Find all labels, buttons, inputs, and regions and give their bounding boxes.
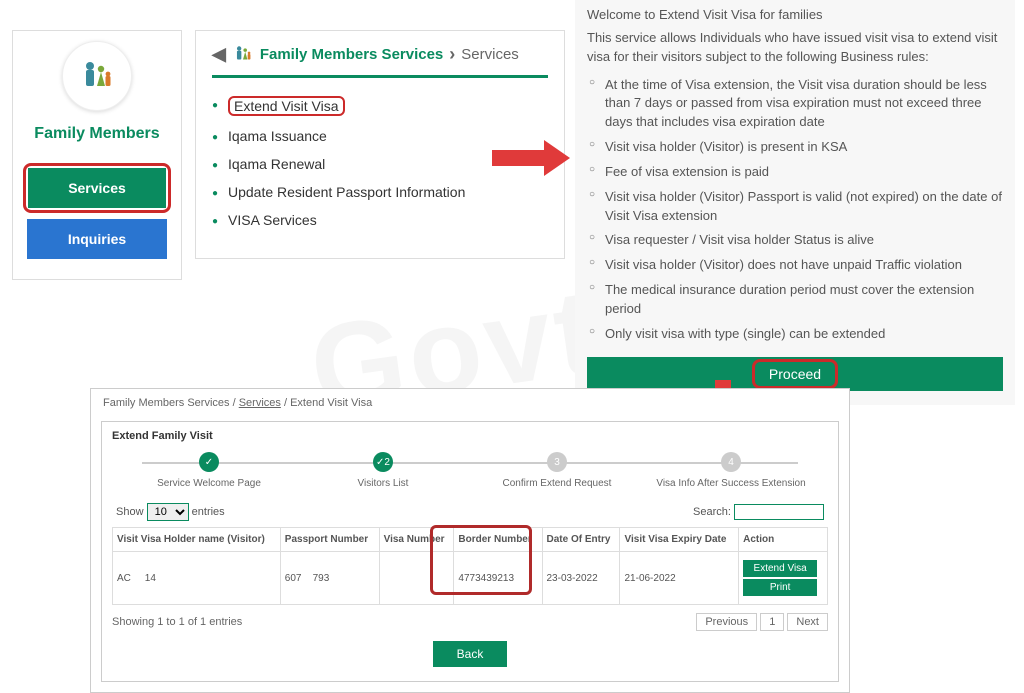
- info-panel: Welcome to Extend Visit Visa for familie…: [575, 0, 1015, 405]
- services-panel: ◀ Family Members Services › Services Ext…: [195, 30, 565, 259]
- rule-item: Visit visa holder (Visitor) does not hav…: [587, 253, 1003, 278]
- family-icon-small: [232, 43, 254, 65]
- family-icon: [62, 41, 132, 111]
- border-number-cell: 4773439213: [454, 552, 542, 605]
- rule-item: Visit visa holder (Visitor) Passport is …: [587, 185, 1003, 229]
- rule-item: The medical insurance duration period mu…: [587, 278, 1003, 322]
- visitors-panel: Family Members Services / Services / Ext…: [90, 388, 850, 693]
- step-1: Service Welcome Page: [122, 452, 296, 489]
- col-entry[interactable]: Date Of Entry: [542, 528, 620, 552]
- showing-text: Showing 1 to 1 of 1 entries: [112, 616, 242, 628]
- next-button[interactable]: Next: [787, 613, 828, 631]
- proceed-bar: Proceed: [587, 357, 1003, 391]
- rule-item: Only visit visa with type (single) can b…: [587, 322, 1003, 347]
- service-item-iqama-issuance[interactable]: Iqama Issuance: [212, 122, 548, 150]
- col-name[interactable]: Visit Visa Holder name (Visitor): [113, 528, 281, 552]
- col-visa[interactable]: Visa Number: [379, 528, 454, 552]
- breadcrumb-current: Services: [461, 46, 519, 63]
- breadcrumb-bottom: Family Members Services / Services / Ext…: [91, 389, 849, 417]
- sidebar-card: Family Members Services Inquiries: [12, 30, 182, 280]
- breadcrumb-title: Family Members Services: [260, 46, 443, 63]
- service-item-passport[interactable]: Update Resident Passport Information: [212, 178, 548, 206]
- services-button[interactable]: Services: [28, 168, 166, 208]
- step-2: 2Visitors List: [296, 452, 470, 489]
- col-action[interactable]: Action: [739, 528, 828, 552]
- table-row: AC 14 607 793 4773439213 23-03-2022 21-0…: [113, 552, 828, 605]
- search-wrap: Search:: [693, 504, 824, 520]
- back-arrow-icon[interactable]: ◀: [212, 44, 226, 65]
- step-3: 3Confirm Extend Request: [470, 452, 644, 489]
- proceed-button[interactable]: Proceed: [769, 366, 821, 382]
- visa-table: Visit Visa Holder name (Visitor) Passpor…: [112, 527, 828, 605]
- print-button[interactable]: Print: [743, 579, 817, 596]
- page-button[interactable]: 1: [760, 613, 784, 631]
- service-item-extend[interactable]: Extend Visit Visa: [212, 90, 548, 122]
- box-title: Extend Family Visit: [112, 430, 828, 442]
- welcome-title: Welcome to Extend Visit Visa for familie…: [587, 6, 1003, 25]
- inquiries-button[interactable]: Inquiries: [27, 219, 167, 259]
- back-button[interactable]: Back: [433, 641, 508, 667]
- breadcrumb: ◀ Family Members Services › Services: [212, 43, 548, 78]
- col-border[interactable]: Border Number: [454, 528, 542, 552]
- rules-list: At the time of Visa extension, the Visit…: [587, 73, 1003, 347]
- entries-select[interactable]: 10: [147, 503, 189, 521]
- rule-item: Fee of visa extension is paid: [587, 160, 1003, 185]
- intro-text: This service allows Individuals who have…: [587, 29, 1003, 67]
- chevron-right-icon: ›: [449, 44, 455, 65]
- col-expiry[interactable]: Visit Visa Expiry Date: [620, 528, 739, 552]
- search-input[interactable]: [734, 504, 824, 520]
- step-4: 4Visa Info After Success Extension: [644, 452, 818, 489]
- sidebar-title: Family Members: [13, 125, 181, 143]
- rule-item: At the time of Visa extension, the Visit…: [587, 73, 1003, 136]
- service-item-visa[interactable]: VISA Services: [212, 206, 548, 234]
- stepper: Service Welcome Page 2Visitors List 3Con…: [122, 452, 818, 489]
- extend-box: Extend Family Visit Service Welcome Page…: [101, 421, 839, 682]
- extend-visa-button[interactable]: Extend Visa: [743, 560, 817, 577]
- rule-item: Visa requester / Visit visa holder Statu…: [587, 228, 1003, 253]
- col-passport[interactable]: Passport Number: [280, 528, 379, 552]
- show-entries: Show 10 entries: [116, 503, 225, 521]
- crumb-services-link[interactable]: Services: [239, 397, 281, 409]
- previous-button[interactable]: Previous: [696, 613, 757, 631]
- pagination: Previous 1 Next: [696, 613, 828, 631]
- rule-item: Visit visa holder (Visitor) is present i…: [587, 135, 1003, 160]
